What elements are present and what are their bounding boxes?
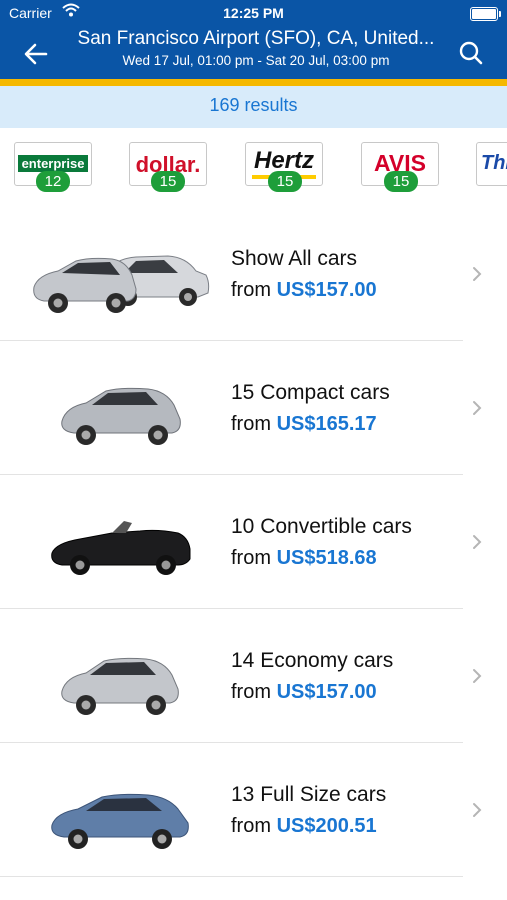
search-icon[interactable]: [458, 40, 484, 66]
car-category-price-line: from US$518.68: [231, 547, 377, 570]
car-category-name: Show All cars: [231, 247, 358, 270]
car-category-name: 14 Economy cars: [231, 649, 394, 672]
chevron-right-icon: [473, 401, 482, 415]
from-label: from: [231, 815, 271, 837]
price-value: US$157.00: [276, 681, 377, 703]
chevron-right-icon: [473, 535, 482, 549]
enterprise-logo: enterprise: [17, 155, 89, 172]
status-time: 12:25 PM: [223, 5, 284, 21]
price-value: US$518.68: [276, 547, 377, 569]
car-category-price-line: from US$165.17: [231, 413, 377, 436]
all-cars-image: [33, 255, 210, 313]
car-category-name: 13 Full Size cars: [231, 783, 387, 806]
car-category-row-convertible[interactable]: 10 Convertible cars from US$518.68: [0, 475, 507, 609]
car-category-price-line: from US$157.00: [231, 681, 377, 704]
brand-count-badge: 12: [36, 171, 70, 192]
car-category-name: 15 Compact cars: [231, 381, 390, 404]
convertible-car-image: [51, 521, 191, 575]
chevron-right-icon: [473, 803, 482, 817]
from-label: from: [231, 681, 271, 703]
header-accent-bar: [0, 79, 507, 86]
price-value: US$200.51: [276, 815, 377, 837]
app-header: Carrier 12:25 PM San Francisco Airport (…: [0, 0, 507, 83]
brand-count-badge: 15: [384, 171, 418, 192]
brand-count-badge: 15: [151, 171, 185, 192]
from-label: from: [231, 547, 271, 569]
car-category-row-economy[interactable]: 14 Economy cars from US$157.00: [0, 609, 507, 743]
row-divider: [0, 876, 463, 877]
brand-filter-thrifty[interactable]: Thr: [476, 142, 507, 186]
brand-filter-strip[interactable]: enterprise 12 dollar. 15 Hertz 15 AVIS 1…: [0, 128, 507, 212]
compact-car-image: [61, 387, 181, 445]
full-size-car-image: [51, 793, 189, 849]
chevron-right-icon: [473, 669, 482, 683]
thrifty-logo: Thr: [481, 152, 507, 174]
chevron-right-icon: [473, 267, 482, 281]
results-count: 169 results: [0, 86, 507, 128]
car-category-row-full-size[interactable]: 13 Full Size cars from US$200.51: [0, 743, 507, 877]
location-title[interactable]: San Francisco Airport (SFO), CA, United.…: [66, 28, 446, 50]
price-value: US$165.17: [276, 413, 377, 435]
car-category-row-all[interactable]: Show All cars from US$157.00: [0, 207, 507, 341]
from-label: from: [231, 279, 271, 301]
back-arrow-icon[interactable]: [22, 40, 50, 68]
brand-count-badge: 15: [268, 171, 302, 192]
car-category-row-compact[interactable]: 15 Compact cars from US$165.17: [0, 341, 507, 475]
car-category-name: 10 Convertible cars: [231, 515, 412, 538]
car-category-price-line: from US$200.51: [231, 815, 377, 838]
from-label: from: [231, 413, 271, 435]
car-category-price-line: from US$157.00: [231, 279, 377, 302]
status-bar: Carrier 12:25 PM: [0, 0, 507, 26]
battery-icon: [470, 7, 501, 21]
price-value: US$157.00: [276, 279, 377, 301]
economy-car-image: [61, 657, 179, 715]
date-range[interactable]: Wed 17 Jul, 01:00 pm - Sat 20 Jul, 03:00…: [66, 53, 446, 68]
